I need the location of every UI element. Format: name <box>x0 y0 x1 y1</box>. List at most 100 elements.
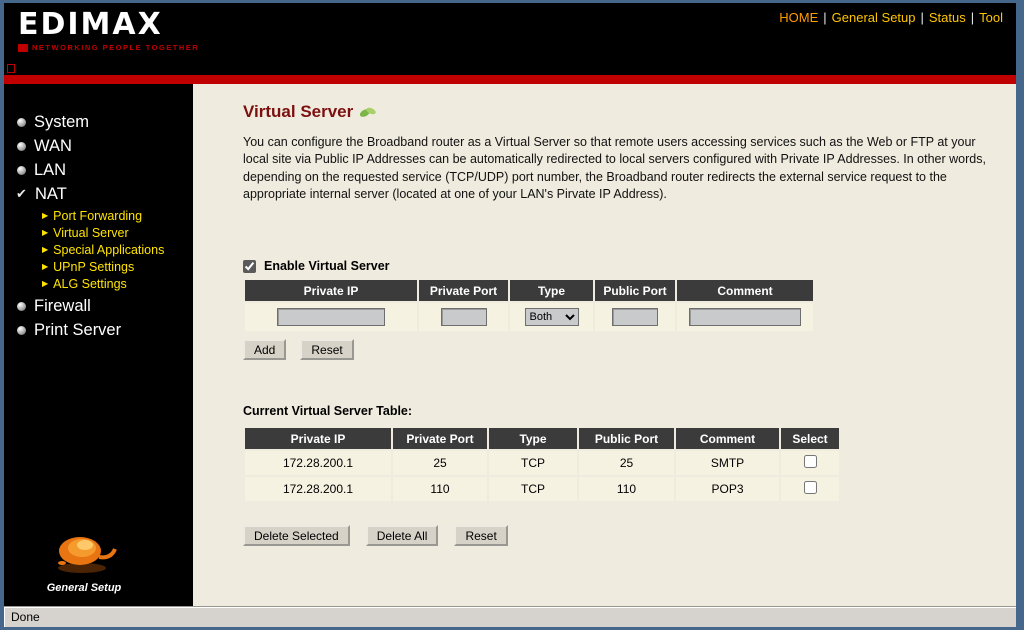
col-select: Select <box>781 428 839 449</box>
comment-cell <box>677 303 813 331</box>
sidebar-subitem-special-applications[interactable]: ▶ Special Applications <box>42 241 193 258</box>
arrow-icon: ▶ <box>42 228 49 237</box>
cell-type: TCP <box>489 451 577 475</box>
cell-type: TCP <box>489 477 577 501</box>
sidebar-subitem-label: Virtual Server <box>53 225 129 240</box>
cell-private-port: 25 <box>393 451 487 475</box>
enable-virtual-server-label: Enable Virtual Server <box>264 259 390 273</box>
arrow-icon: ▶ <box>42 245 49 254</box>
top-header: EDIMAX NETWORKING PEOPLE TOGETHER HOME | G… <box>4 3 1016 75</box>
sidebar-item-label: NAT <box>35 184 67 203</box>
browser-frame: EDIMAX NETWORKING PEOPLE TOGETHER HOME | G… <box>0 0 1024 630</box>
table-row: 172.28.200.1 110 TCP 110 POP3 <box>245 477 839 501</box>
cell-private-port: 110 <box>393 477 487 501</box>
col-comment: Comment <box>677 280 813 301</box>
sidebar-item-nat[interactable]: ✔ NAT <box>16 182 193 206</box>
add-button[interactable]: Add <box>243 339 287 360</box>
router-admin-window: EDIMAX NETWORKING PEOPLE TOGETHER HOME | G… <box>4 3 1016 627</box>
virtual-server-form-table: Private IP Private Port Type Public Port… <box>243 278 815 333</box>
sidebar: System WAN LAN ✔ NAT ▶ Port Forwarding ▶… <box>4 84 193 606</box>
sidebar-subitem-virtual-server[interactable]: ▶ Virtual Server <box>42 224 193 241</box>
enable-virtual-server-checkbox[interactable] <box>243 259 256 273</box>
delete-all-button[interactable]: Delete All <box>365 525 439 546</box>
check-icon: ✔ <box>16 186 27 201</box>
nav-link-tool[interactable]: Tool <box>979 10 1003 25</box>
main-content: Virtual Server You can configure the Bro… <box>193 84 1016 606</box>
content-area: System WAN LAN ✔ NAT ▶ Port Forwarding ▶… <box>4 84 1016 606</box>
top-nav: HOME | General Setup | Status | Tool <box>774 10 1008 25</box>
type-select[interactable]: Both <box>524 308 579 326</box>
private-port-cell <box>419 303 508 331</box>
delete-selected-button[interactable]: Delete Selected <box>243 525 350 546</box>
cell-comment: SMTP <box>676 451 779 475</box>
general-setup-logo: General Setup <box>4 527 164 594</box>
sidebar-subitem-label: Special Applications <box>53 242 165 257</box>
nav-separator: | <box>920 10 924 25</box>
reset-button[interactable]: Reset <box>300 339 354 360</box>
sidebar-item-label: System <box>34 112 90 131</box>
private-ip-input[interactable] <box>277 308 385 326</box>
bullet-icon <box>17 141 26 151</box>
sidebar-item-lan[interactable]: LAN <box>16 158 193 182</box>
row-select-checkbox[interactable] <box>803 455 817 468</box>
sidebar-menu: System WAN LAN ✔ NAT ▶ Port Forwarding ▶… <box>4 110 193 342</box>
sidebar-item-label: WAN <box>34 136 72 155</box>
status-text: Done <box>11 610 40 624</box>
current-table-header-row: Private IP Private Port Type Public Port… <box>245 428 839 449</box>
col-private-port: Private Port <box>393 428 487 449</box>
arrow-icon: ▶ <box>42 211 49 220</box>
cell-private-ip: 172.28.200.1 <box>245 451 391 475</box>
private-port-input[interactable] <box>440 308 487 326</box>
bullet-icon <box>17 165 26 175</box>
table-reset-button[interactable]: Reset <box>454 525 508 546</box>
private-ip-cell <box>245 303 417 331</box>
enable-virtual-server-row: Enable Virtual Server <box>243 259 986 273</box>
col-comment: Comment <box>676 428 779 449</box>
sidebar-item-label: Firewall <box>34 296 91 315</box>
red-divider-bar <box>4 75 1016 84</box>
cell-comment: POP3 <box>676 477 779 501</box>
cell-public-port: 25 <box>579 451 674 475</box>
sidebar-subitem-label: UPnP Settings <box>53 259 135 274</box>
col-private-ip: Private IP <box>245 280 417 301</box>
nav-separator: | <box>970 10 975 25</box>
nav-separator: | <box>823 10 827 25</box>
sidebar-item-firewall[interactable]: Firewall <box>16 294 193 318</box>
logo-tagline-text: NETWORKING PEOPLE TOGETHER <box>32 43 200 52</box>
current-table-caption: Current Virtual Server Table: <box>243 404 413 418</box>
swirl-logo-icon <box>58 537 117 573</box>
page-title: Virtual Server <box>243 102 354 121</box>
public-port-input[interactable] <box>612 308 658 326</box>
sidebar-subitem-alg-settings[interactable]: ▶ ALG Settings <box>42 275 193 292</box>
sidebar-item-label: LAN <box>34 160 67 179</box>
col-type: Type <box>489 428 577 449</box>
col-private-port: Private Port <box>419 280 508 301</box>
nav-link-general-setup[interactable]: General Setup <box>832 10 916 25</box>
sidebar-subitem-upnp-settings[interactable]: ▶ UPnP Settings <box>42 258 193 275</box>
sidebar-item-system[interactable]: System <box>16 110 193 134</box>
nav-link-status[interactable]: Status <box>929 10 966 25</box>
broken-image-icon <box>7 64 15 73</box>
nat-submenu: ▶ Port Forwarding ▶ Virtual Server ▶ Spe… <box>16 207 193 292</box>
sidebar-item-wan[interactable]: WAN <box>16 134 193 158</box>
comment-input[interactable] <box>689 308 801 326</box>
col-type: Type <box>510 280 593 301</box>
general-setup-label: General Setup <box>46 582 122 594</box>
status-bar: Done <box>4 606 1016 627</box>
virtual-server-icon <box>360 107 376 117</box>
logo-tagline: NETWORKING PEOPLE TOGETHER <box>18 43 199 52</box>
nav-link-home[interactable]: HOME <box>779 10 818 25</box>
sidebar-subitem-label: Port Forwarding <box>53 208 143 223</box>
sidebar-subitem-port-forwarding[interactable]: ▶ Port Forwarding <box>42 207 193 224</box>
col-private-ip: Private IP <box>245 428 391 449</box>
cell-public-port: 110 <box>579 477 674 501</box>
form-table-header-row: Private IP Private Port Type Public Port… <box>245 280 813 301</box>
edimax-logo: EDIMAX NETWORKING PEOPLE TOGETHER <box>18 10 199 52</box>
type-cell: Both <box>510 303 593 331</box>
sidebar-subitem-label: ALG Settings <box>53 276 127 291</box>
cell-select <box>781 477 839 501</box>
cell-select <box>781 451 839 475</box>
sidebar-item-print-server[interactable]: Print Server <box>16 318 193 342</box>
row-select-checkbox[interactable] <box>803 481 817 494</box>
col-public-port: Public Port <box>579 428 674 449</box>
